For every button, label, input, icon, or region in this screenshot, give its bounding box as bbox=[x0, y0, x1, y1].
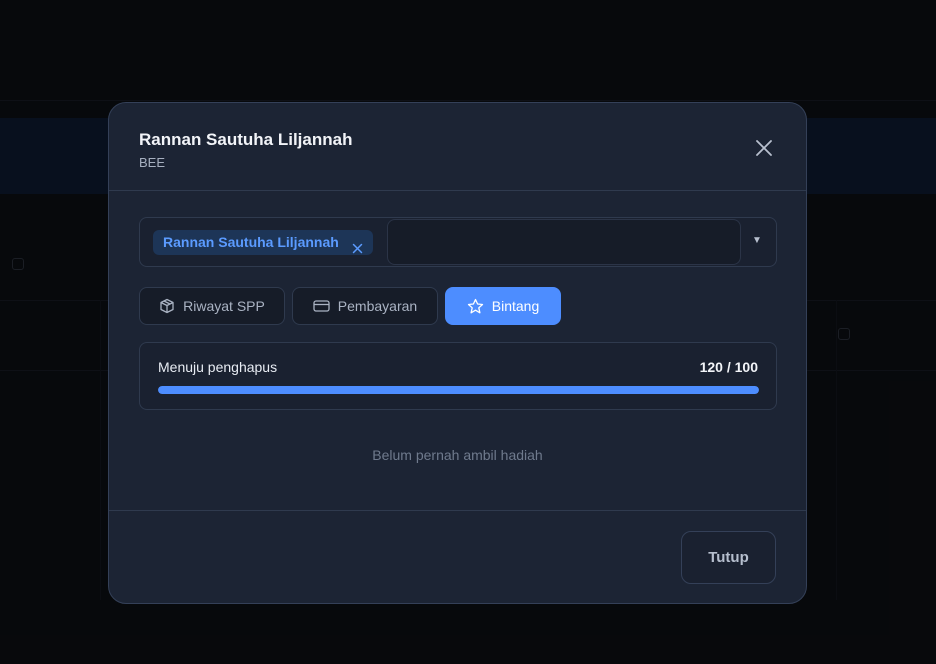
chevron-down-icon[interactable]: ▼ bbox=[752, 236, 762, 246]
tab-riwayat-spp[interactable]: Riwayat SPP bbox=[139, 287, 285, 325]
empty-state-text: Belum pernah ambil hadiah bbox=[372, 447, 543, 463]
tab-label: Riwayat SPP bbox=[183, 298, 265, 314]
student-search-input[interactable] bbox=[387, 219, 741, 265]
student-detail-modal: Rannan Sautuha Liljannah BEE Rannan Saut… bbox=[108, 102, 807, 604]
progress-label: Menuju penghapus bbox=[158, 359, 278, 375]
modal-header: Rannan Sautuha Liljannah BEE bbox=[109, 103, 806, 191]
modal-footer: Tutup bbox=[109, 510, 806, 603]
star-progress-card: Menuju penghapus 120 / 100 bbox=[139, 342, 777, 410]
progress-bar bbox=[158, 386, 759, 394]
box-icon bbox=[160, 298, 174, 314]
selected-student-chip: Rannan Sautuha Liljannah bbox=[153, 230, 373, 255]
modal-subtitle: BEE bbox=[139, 155, 166, 170]
progress-value: 120 / 100 bbox=[699, 359, 758, 375]
student-select[interactable]: Rannan Sautuha Liljannah ▼ bbox=[139, 217, 777, 267]
chip-label: Rannan Sautuha Liljannah bbox=[163, 234, 339, 250]
close-button[interactable]: Tutup bbox=[681, 531, 776, 584]
progress-bar-fill bbox=[158, 386, 759, 394]
credit-card-icon bbox=[313, 300, 330, 312]
close-icon[interactable] bbox=[752, 136, 776, 160]
remove-chip-icon[interactable] bbox=[352, 237, 363, 254]
tab-label: Pembayaran bbox=[337, 298, 418, 314]
tab-bintang[interactable]: Bintang bbox=[445, 287, 561, 325]
star-icon bbox=[467, 298, 483, 313]
modal-title: Rannan Sautuha Liljannah bbox=[139, 130, 353, 149]
tab-label: Bintang bbox=[491, 298, 540, 314]
tab-pembayaran[interactable]: Pembayaran bbox=[292, 287, 438, 325]
